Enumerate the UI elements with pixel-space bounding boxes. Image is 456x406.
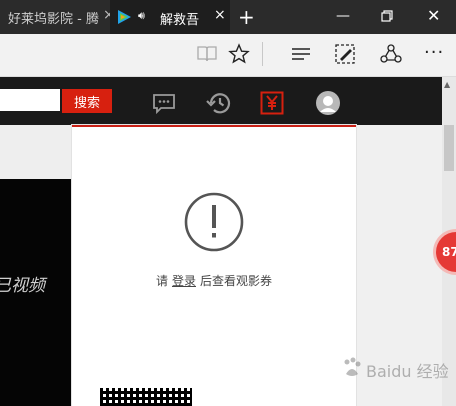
panel-accent-line bbox=[72, 125, 356, 127]
share-icon[interactable] bbox=[380, 43, 402, 65]
close-window-icon[interactable]: ✕ bbox=[427, 6, 440, 25]
user-avatar-icon[interactable] bbox=[316, 91, 340, 115]
favorite-star-icon[interactable] bbox=[228, 43, 250, 65]
audio-playing-icon[interactable]: 🔊︎ bbox=[138, 9, 145, 23]
toolbar-divider bbox=[262, 42, 263, 66]
reading-view-icon[interactable] bbox=[196, 44, 218, 64]
exclamation-circle-icon bbox=[184, 192, 244, 252]
message-icon[interactable] bbox=[152, 91, 176, 115]
more-icon[interactable]: ··· bbox=[424, 42, 444, 63]
login-prompt-prefix: 请 bbox=[155, 274, 168, 288]
history-icon[interactable] bbox=[206, 91, 232, 115]
login-link[interactable]: 登录 bbox=[172, 274, 196, 288]
search-input[interactable] bbox=[0, 89, 60, 111]
baidu-watermark: Baidu 经验 bbox=[340, 356, 456, 406]
tab-title: 好莱坞影院 - 腾 bbox=[8, 11, 99, 27]
login-prompt-suffix: 后查看观影券 bbox=[200, 274, 273, 288]
video-overlay-text: 已视频 bbox=[0, 276, 45, 296]
close-tab-icon[interactable]: × bbox=[214, 7, 226, 23]
badge-count: 87 bbox=[442, 245, 456, 259]
page-background bbox=[0, 125, 72, 179]
minimize-icon[interactable]: — bbox=[336, 8, 350, 24]
baidu-paw-icon bbox=[344, 357, 361, 376]
tab-title: 解救吾 bbox=[160, 13, 200, 28]
hub-icon[interactable] bbox=[290, 45, 312, 63]
coupon-dropdown-panel bbox=[72, 125, 356, 406]
tab-haolaiwu[interactable]: 好莱坞影院 - 腾 × bbox=[0, 0, 110, 34]
search-button[interactable]: 搜索 bbox=[62, 89, 112, 113]
tencent-video-favicon-icon bbox=[118, 10, 131, 24]
coupon-yen-icon[interactable] bbox=[260, 91, 284, 115]
tab-active[interactable]: 🔊︎ 解救吾 × bbox=[110, 0, 230, 34]
close-tab-icon[interactable]: × bbox=[103, 7, 110, 23]
new-tab-icon[interactable]: + bbox=[238, 5, 255, 29]
scrollbar-thumb[interactable] bbox=[444, 125, 454, 171]
qr-code-image bbox=[100, 388, 192, 406]
web-note-icon[interactable] bbox=[334, 43, 356, 65]
restore-icon[interactable] bbox=[381, 10, 393, 22]
scroll-up-arrow-icon[interactable]: ▲ bbox=[444, 80, 450, 89]
watermark-text: Baidu 经验 bbox=[366, 362, 449, 381]
video-player[interactable]: 已视频 bbox=[0, 179, 72, 406]
login-prompt: 请登录 后查看观影券 bbox=[72, 272, 356, 289]
